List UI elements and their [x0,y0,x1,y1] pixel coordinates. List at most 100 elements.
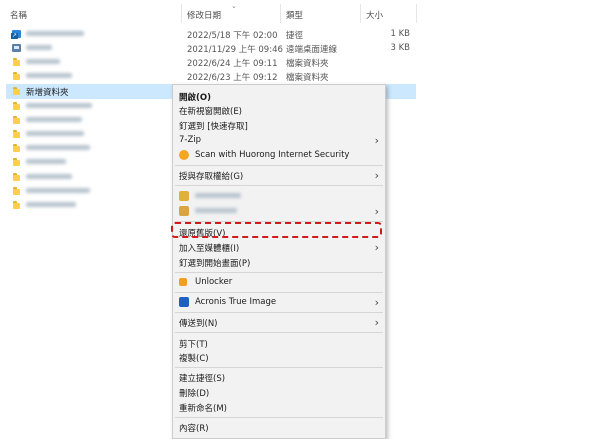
highlight-box [171,222,382,238]
column-divider[interactable] [360,4,361,23]
menu-item-label: Acronis True Image [195,297,277,307]
file-name-blurred [26,101,92,111]
folder-icon [13,187,20,195]
menu-item-label: Scan with Huorong Internet Security [195,150,350,160]
menu-item-label-blurred [195,191,241,201]
menu-item-unlocker[interactable]: Unlocker [173,275,385,290]
file-name-blurred [26,200,76,210]
column-header-size[interactable]: 大小 [366,9,383,21]
menu-item-label: 釘選到開始畫面(P) [179,259,251,269]
menu-item-rename[interactable]: 重新命名(M) [173,400,385,415]
folder-icon [13,144,20,152]
menu-separator [175,185,383,186]
file-name-blurred [26,115,82,125]
file-type: 檔案資料夾 [286,59,329,69]
menu-item-label: 7-Zip [179,135,202,145]
folder-icon [13,201,20,209]
menu-item-delete[interactable]: 刪除(D) [173,385,385,400]
file-name-blurred [26,71,72,81]
menu-item-open-new-window[interactable]: 在新視窗開啟(E) [173,103,385,118]
menu-item-grant-access[interactable]: 授與存取權給(G) › [173,168,385,183]
menu-item-acronis[interactable]: Acronis True Image › [173,295,385,310]
file-size: 1 KB [390,29,410,39]
file-date: 2022/6/23 上午 09:12 [187,73,278,83]
shortcut-icon: ↗ [11,30,21,39]
menu-separator [175,312,383,313]
column-divider[interactable] [181,4,182,23]
context-menu: 開啟(O) 在新視窗開啟(E) 釘選到 [快速存取] 7-Zip › Scan … [172,84,386,439]
file-name-blurred [26,157,66,167]
wand-icon [179,278,187,286]
file-name-blurred [26,186,90,196]
folder-icon [13,58,20,66]
menu-item-huorong[interactable]: Scan with Huorong Internet Security [173,148,385,163]
menu-item-label: Unlocker [195,277,233,287]
huorong-shield-icon [179,150,189,160]
menu-item-label: 剪下(T) [179,340,208,350]
chevron-right-icon: › [374,241,379,254]
chevron-right-icon: › [374,316,379,329]
file-size: 3 KB [390,43,410,53]
file-row[interactable]: 2022/6/23 上午 09:12 檔案資料夾 [0,69,602,83]
file-row[interactable]: ↗ 2022/5/18 下午 02:00 捷徑 1 KB [0,27,602,41]
sort-chevron-icon: ⌄ [231,2,237,10]
menu-item-properties[interactable]: 內容(R) [173,420,385,435]
file-date: 2021/11/29 上午 09:46 [187,45,283,55]
chevron-right-icon: › [374,134,379,147]
folder-icon [13,72,20,80]
menu-item-7zip[interactable]: 7-Zip › [173,133,385,148]
menu-item-label-blurred [195,206,237,216]
file-date: 2022/6/24 上午 09:11 [187,59,278,69]
menu-item-label: 授與存取權給(G) [179,172,244,182]
menu-separator [175,332,383,333]
menu-item-label: 傳送到(N) [179,319,218,329]
menu-item-label: 釘選到 [快速存取] [179,122,248,132]
menu-item-include-library[interactable]: 加入至媒體櫃(I) › [173,240,385,255]
folder-icon [13,87,20,95]
file-type: 捷徑 [286,31,304,41]
chevron-right-icon: › [374,169,379,182]
file-type: 遠端桌面連線 [286,45,338,55]
folder-icon [13,158,20,166]
remote-desktop-icon [12,44,21,52]
file-name-blurred [26,129,84,139]
folder-icon [13,173,20,181]
file-name-blurred [26,43,52,53]
folder-icon [13,130,20,138]
menu-separator [175,417,383,418]
menu-separator [175,292,383,293]
menu-separator [175,367,383,368]
menu-item-label: 加入至媒體櫃(I) [179,244,240,254]
file-name: 新增資料夾 [26,88,69,98]
menu-item-blurred[interactable]: › [173,204,385,219]
column-divider[interactable] [416,4,417,23]
menu-item-pin-start[interactable]: 釘選到開始畫面(P) [173,255,385,270]
file-name-blurred [26,57,60,67]
file-date: 2022/5/18 下午 02:00 [187,31,278,41]
menu-separator [175,165,383,166]
menu-item-label: 重新命名(M) [179,404,227,414]
menu-item-blurred[interactable] [173,189,385,204]
menu-item-label: 刪除(D) [179,389,210,399]
folder-icon [13,102,20,110]
menu-item-copy[interactable]: 複製(C) [173,350,385,365]
menu-item-open[interactable]: 開啟(O) [173,89,385,104]
menu-item-send-to[interactable]: 傳送到(N) › [173,315,385,330]
column-header-name[interactable]: 名稱 [10,9,27,21]
menu-item-pin-quick-access[interactable]: 釘選到 [快速存取] [173,118,385,133]
folder-icon [13,116,20,124]
menu-item-label: 複製(C) [179,354,209,364]
column-header-date[interactable]: 修改日期 [187,9,221,21]
menu-item-cut[interactable]: 剪下(T) [173,336,385,351]
file-row[interactable]: 2022/6/24 上午 09:11 檔案資料夾 [0,55,602,69]
column-divider[interactable] [280,4,281,23]
chevron-right-icon: › [374,296,379,309]
menu-item-label: 建立捷徑(S) [179,374,226,384]
column-header-type[interactable]: 類型 [286,9,303,21]
file-row[interactable]: 2021/11/29 上午 09:46 遠端桌面連線 3 KB [0,41,602,55]
app-icon [179,206,189,216]
menu-item-create-shortcut[interactable]: 建立捷徑(S) [173,370,385,385]
file-name-blurred [26,172,72,182]
menu-separator [175,272,383,273]
menu-item-label: 開啟(O) [179,93,211,103]
